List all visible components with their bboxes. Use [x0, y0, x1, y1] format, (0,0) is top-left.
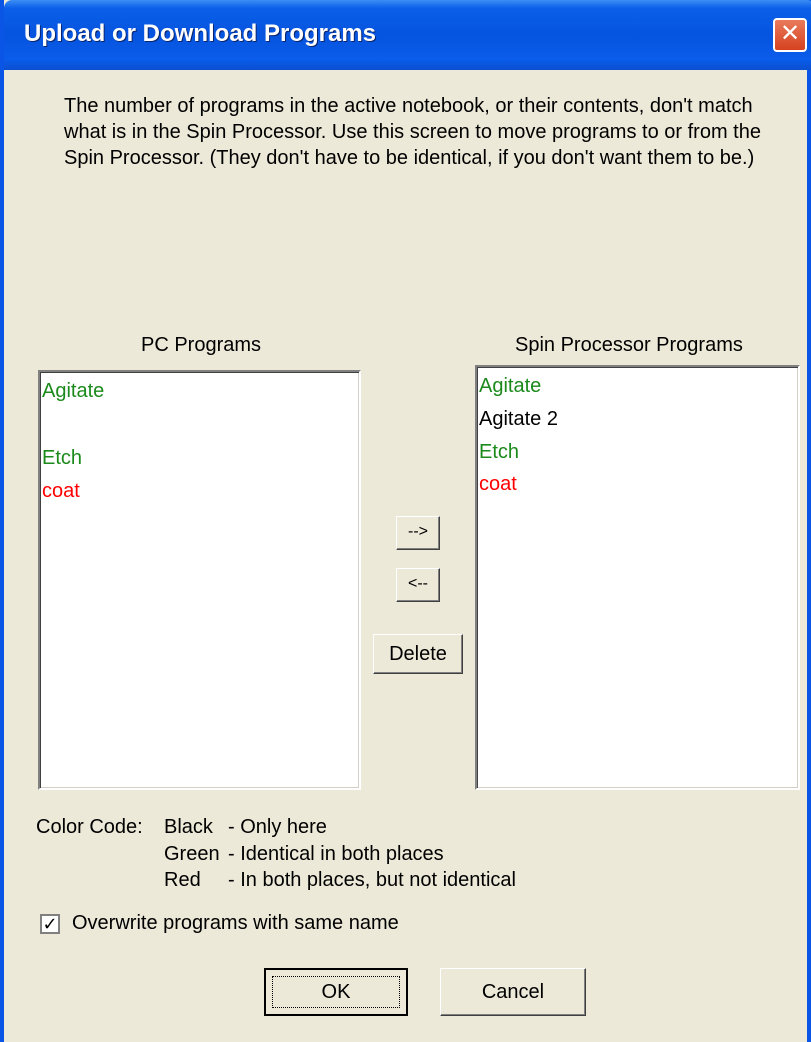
- description-line: Spin Processor. (They don't have to be i…: [64, 147, 755, 169]
- pc-programs-label: PC Programs: [141, 334, 262, 356]
- description-line: what is in the Spin Processor. Use this …: [64, 121, 761, 143]
- close-icon: ✕: [779, 20, 801, 47]
- close-button[interactable]: ✕: [773, 18, 807, 52]
- legend-desc-black: - Only here: [228, 816, 327, 838]
- legend-color-green: Green: [164, 843, 220, 865]
- window-title: Upload or Download Programs: [24, 20, 377, 47]
- description-line: The number of programs in the active not…: [64, 95, 753, 117]
- legend-color-black: Black: [164, 816, 213, 838]
- overwrite-checkbox[interactable]: ✓: [40, 914, 60, 934]
- delete-button[interactable]: Delete: [373, 634, 463, 674]
- list-item[interactable]: coat: [479, 471, 517, 497]
- list-item[interactable]: Etch: [479, 439, 519, 465]
- list-item[interactable]: Agitate: [479, 373, 541, 399]
- legend-desc-red: - In both places, but not identical: [228, 869, 516, 891]
- focus-rect: [272, 976, 400, 1008]
- move-to-pc-button[interactable]: <--: [396, 568, 440, 602]
- pc-programs-list[interactable]: Agitate Etch coat: [38, 370, 361, 790]
- legend-desc-green: - Identical in both places: [228, 843, 444, 865]
- dialog-window: Upload or Download Programs ✕ The number…: [0, 0, 811, 1042]
- overwrite-label[interactable]: Overwrite programs with same name: [72, 912, 399, 935]
- list-item[interactable]: Etch: [42, 445, 82, 471]
- description-text: The number of programs in the active not…: [64, 93, 809, 171]
- checkmark-icon: ✓: [42, 914, 58, 934]
- cancel-button[interactable]: Cancel: [440, 968, 586, 1016]
- legend-color-red: Red: [164, 869, 201, 891]
- list-item[interactable]: Agitate: [42, 378, 104, 404]
- spin-programs-label: Spin Processor Programs: [515, 334, 743, 356]
- list-item[interactable]: coat: [42, 478, 80, 504]
- title-bar[interactable]: Upload or Download Programs ✕: [4, 0, 811, 70]
- spin-programs-list[interactable]: Agitate Agitate 2 Etch coat: [475, 365, 800, 790]
- list-item[interactable]: Agitate 2: [479, 406, 558, 432]
- ok-button[interactable]: OK: [264, 968, 408, 1016]
- move-to-spin-button[interactable]: -->: [396, 516, 440, 550]
- color-code-heading: Color Code:: [36, 816, 143, 838]
